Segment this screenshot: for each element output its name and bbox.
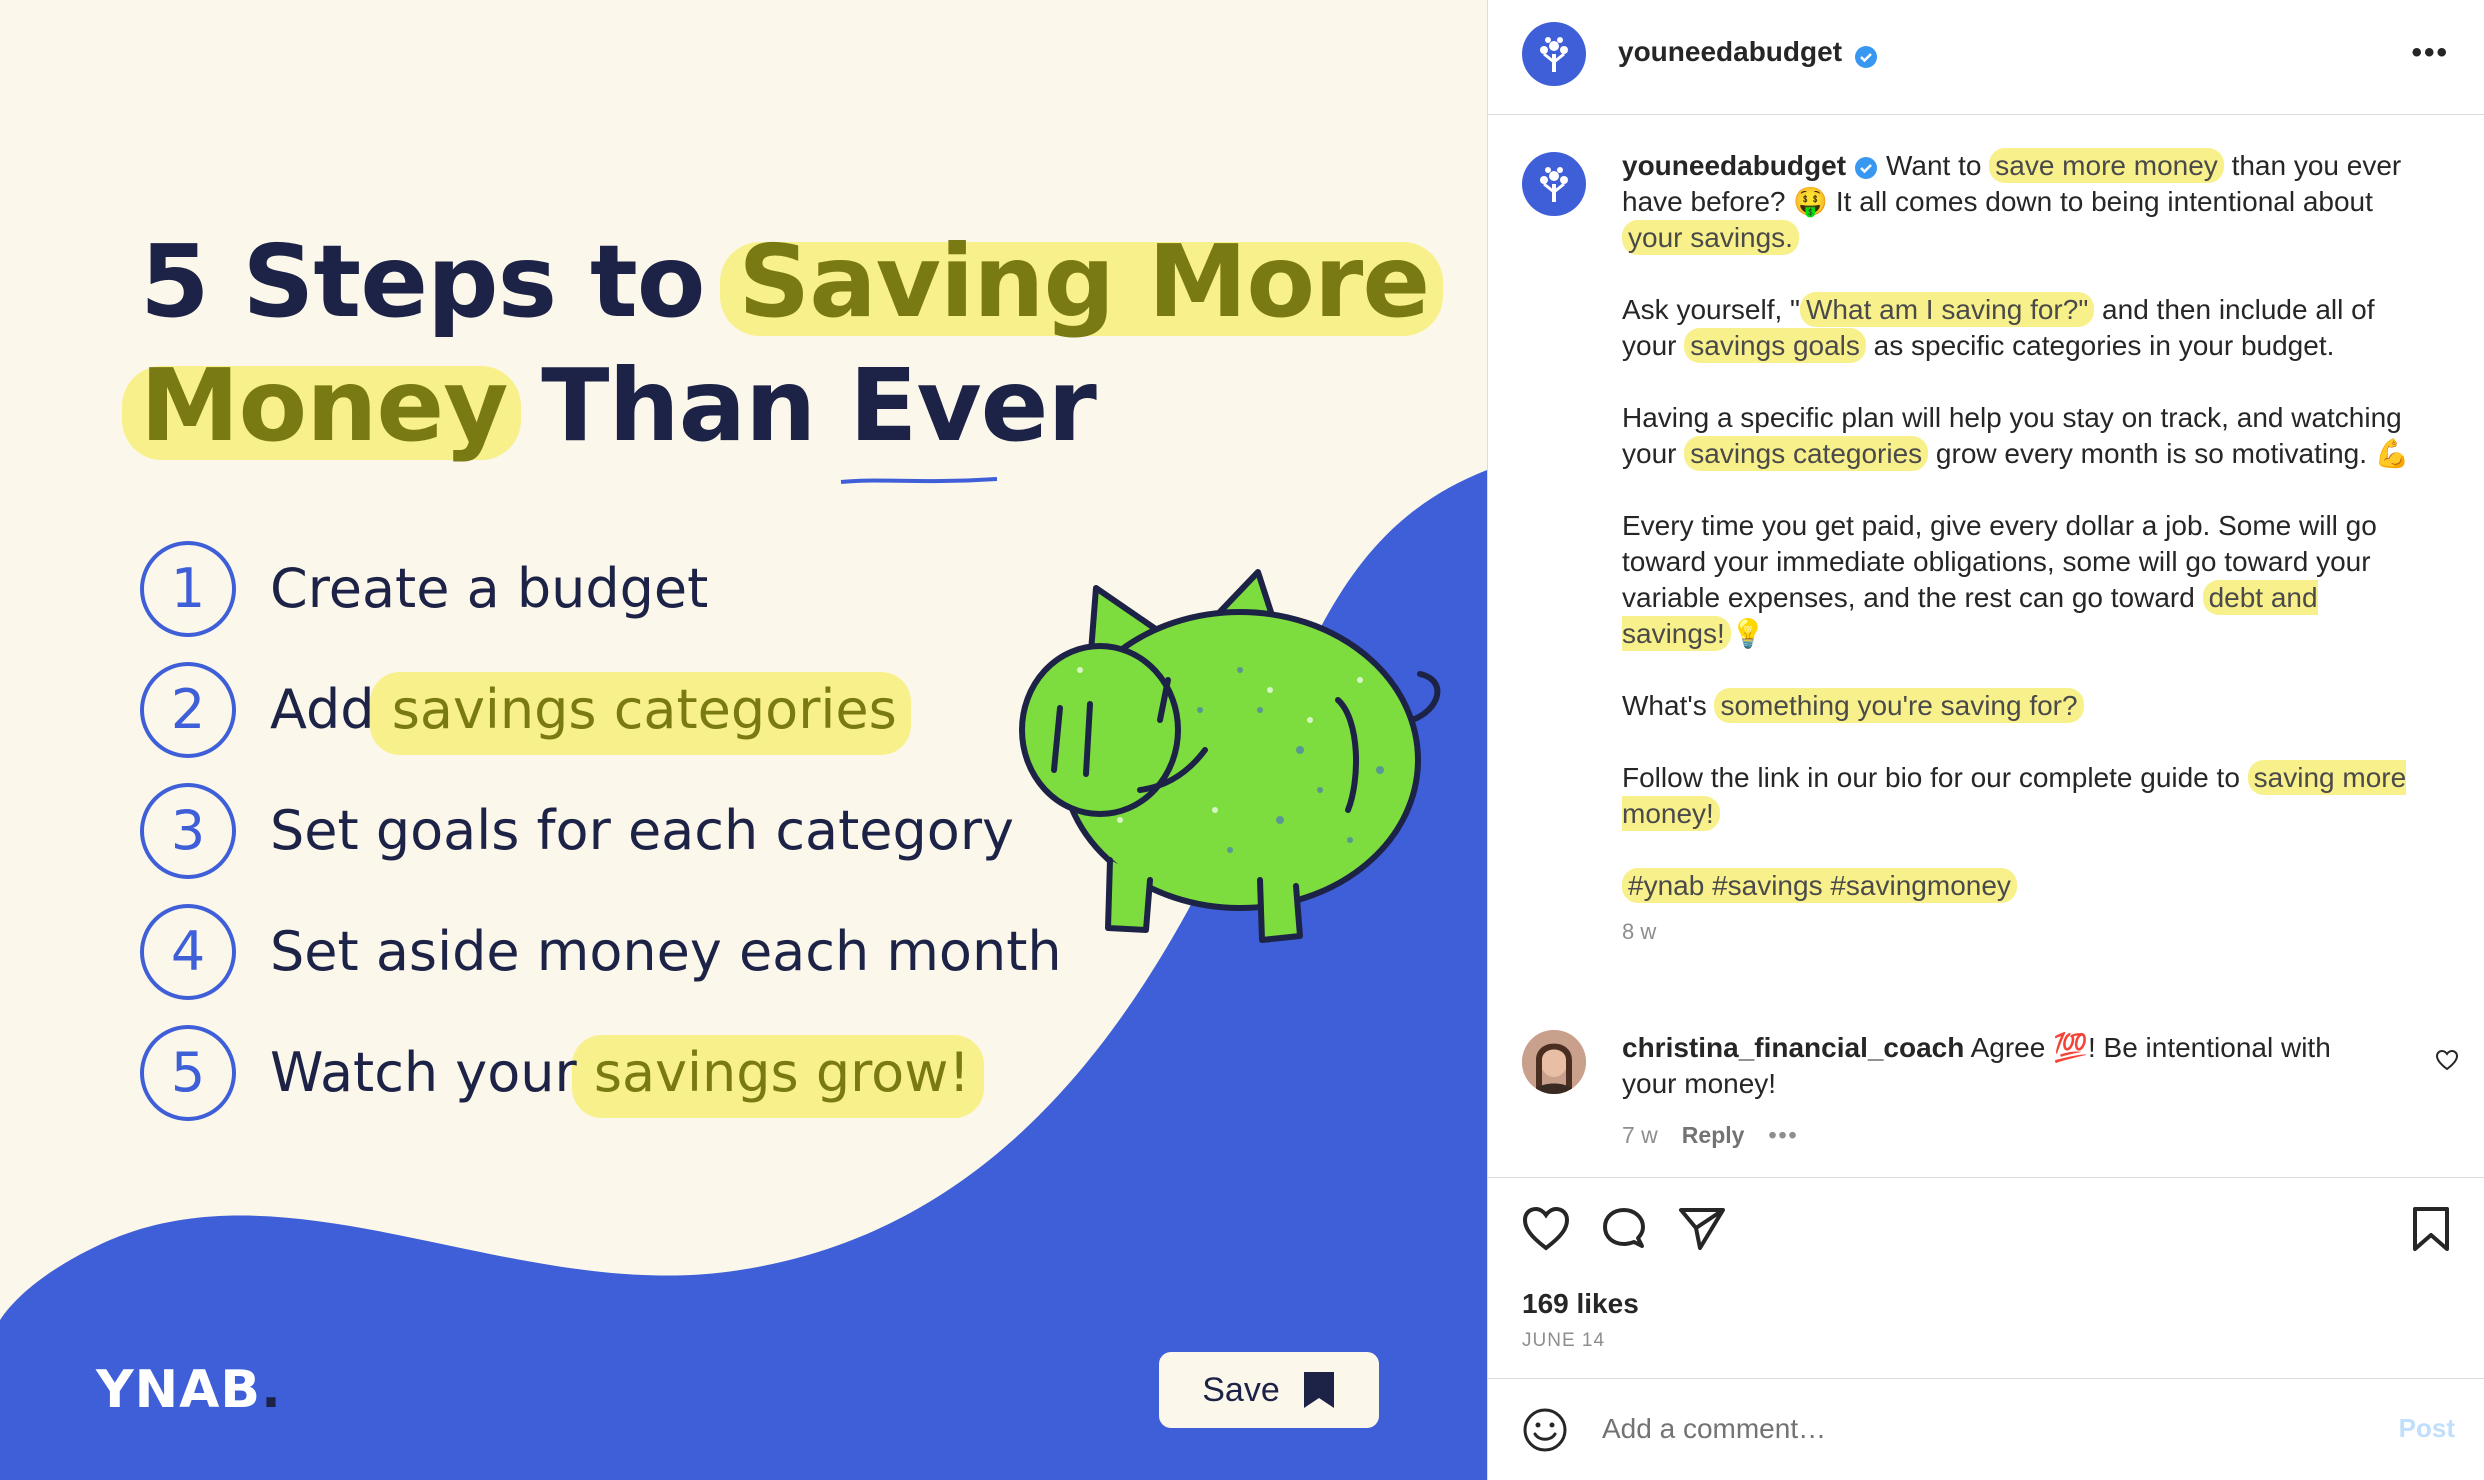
verified-badge-icon [1855,45,1878,68]
post-image[interactable]: 5 Steps to Saving More Money Than Ever 1… [0,0,1487,1480]
header-username[interactable]: youneedabudget [1618,36,1842,67]
post-sidebar: youneedabudget ••• youneedabudget Want to… [1487,0,2484,1480]
person-photo-icon [1522,1030,1586,1094]
comment-more-button[interactable]: ••• [1768,1122,1798,1149]
caption-text: youneedabudget Want to save more money th… [1622,148,2422,950]
caption-segment: Ask yourself, " [1622,294,1800,325]
step-number: 4 [140,903,236,1000]
post-actions: 169 likes JUNE 14 [1488,1177,2484,1377]
verified-badge-icon [1855,156,1878,179]
caption-highlight: save more money [1989,148,2224,183]
post-header: youneedabudget ••• [1488,0,2484,115]
step-text: Set aside money each month [270,920,1062,983]
caption-paragraph: What's something you're saving for? [1622,688,2422,724]
caption-username[interactable]: youneedabudget [1622,150,1846,181]
share-send-icon[interactable] [1678,1206,1726,1252]
step-text: Watch your [270,1041,594,1104]
caption-segment: grow every month is so motivating. 💪 [1928,438,2410,469]
caption-highlight: savings goals [1684,328,1866,363]
headline-text: 5 Steps to [140,223,739,340]
comment-time[interactable]: 7 w [1622,1122,1658,1149]
caption-time[interactable]: 8 w [1622,914,2422,950]
step-text: Add [270,678,392,741]
ynab-logo-dot: . [261,1360,282,1420]
caption-highlight: What am I saving for?" [1800,292,2095,327]
hashtags-text[interactable]: #ynab #savings #savingmoney [1622,868,2017,903]
step-item: 1 Create a budget [140,528,1062,649]
step-item: 3 Set goals for each category [140,770,1062,891]
headline-ever-text: Ever [849,347,1097,464]
commenter-username[interactable]: christina_financial_coach [1622,1032,1964,1063]
emoji-picker-icon[interactable] [1522,1407,1568,1453]
step-item: 4 Set aside money each month [140,891,1062,1012]
caption-highlight: something you're saving for? [1714,688,2084,723]
tree-logo-icon [1540,37,1568,72]
piggy-bank-illustration [1019,569,1441,943]
tree-logo-icon [1540,167,1568,202]
caption-paragraph: Ask yourself, " What am I saving for?" an… [1622,292,2422,364]
step-number: 2 [140,661,236,758]
caption-segment: as specific categories in your budget. [1865,330,2335,361]
underline-squiggle [840,477,998,484]
profile-avatar[interactable] [1522,22,1586,86]
caption-avatar[interactable] [1522,152,1586,216]
post-date[interactable]: JUNE 14 [1522,1330,1605,1352]
caption-highlight: savings categories [1684,436,1929,471]
ynab-logo: YNAB. [96,1360,282,1420]
caption-paragraph: Every time you get paid, give every doll… [1622,508,2422,652]
step-item: 5 Watch your savings grow! [140,1012,1062,1133]
comment-meta: 7 w Reply ••• [1622,1122,1799,1149]
more-options-button[interactable]: ••• [2411,36,2449,70]
caption-paragraph: Having a specific plan will help you sta… [1622,400,2422,472]
ynab-logo-text: YNAB [96,1360,262,1420]
headline-text: Than [507,347,850,464]
step-number: 3 [140,782,236,879]
like-heart-icon[interactable] [1522,1206,1570,1252]
step-text: Set goals for each category [270,799,1015,862]
post-comment-button[interactable]: Post [2399,1413,2455,1444]
header-user: youneedabudget [1618,36,1878,69]
step-highlight: savings grow! [571,1035,985,1118]
step-number: 1 [140,540,236,637]
instagram-post-view: 5 Steps to Saving More Money Than Ever 1… [0,0,2484,1480]
caption-segment: 💡 [1730,618,1766,649]
save-image-label: Save [1202,1370,1280,1409]
comment-like-heart-icon[interactable] [2435,1049,2459,1071]
step-text: Create a budget [270,557,709,620]
caption-segment: What's [1622,690,1715,721]
caption-area: youneedabudget Want to save more money th… [1488,116,2484,1176]
step-highlight: savings categories [369,672,911,755]
comment-input[interactable] [1602,1409,2302,1449]
reply-button[interactable]: Reply [1682,1122,1745,1149]
headline-highlight: Saving More [720,220,1444,344]
step-number: 5 [140,1024,236,1121]
caption-segment: Want to [1886,150,1990,181]
headline-highlight: Money [121,344,522,468]
save-image-button[interactable]: Save [1159,1352,1379,1428]
bookmark-filled-icon [1303,1372,1334,1408]
add-comment-bar: Post [1488,1378,2484,1480]
caption-segment: Follow the link in our bio for our compl… [1622,762,2248,793]
headline-ever: Ever [840,344,1097,484]
steps-list: 1 Create a budget 2 Add savings categories… [140,528,1062,1133]
likes-count[interactable]: 169 likes [1522,1288,1639,1320]
save-bookmark-icon[interactable] [2411,1206,2451,1252]
caption-paragraph: Follow the link in our bio for our compl… [1622,760,2422,832]
headline: 5 Steps to Saving More Money Than Ever [121,220,1444,484]
caption-highlight: your savings. [1622,220,1799,255]
comment-text: christina_financial_coach Agree 💯! Be in… [1622,1030,2392,1102]
caption-hashtags[interactable]: #ynab #savings #savingmoney [1622,868,2422,904]
step-item: 2 Add savings categories [140,649,1062,770]
comment-bubble-icon[interactable] [1600,1206,1648,1254]
caption-paragraph: youneedabudget Want to save more money th… [1622,148,2422,256]
commenter-avatar[interactable] [1522,1030,1586,1094]
